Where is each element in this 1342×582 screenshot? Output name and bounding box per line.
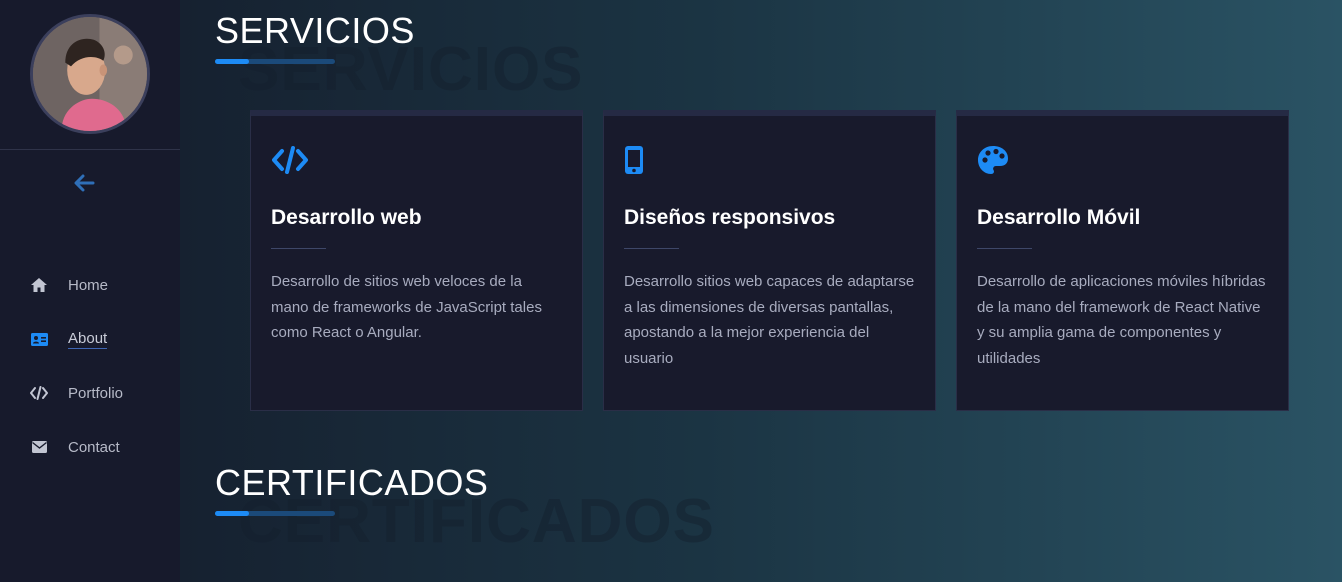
code-icon — [271, 144, 562, 176]
envelope-icon — [30, 438, 48, 456]
palette-icon — [977, 144, 1268, 176]
card-title: Desarrollo Móvil — [977, 206, 1141, 229]
card-description: Desarrollo de aplicaciones móviles híbri… — [977, 273, 1266, 367]
section-title-services: SERVICIOS — [215, 10, 415, 51]
card-title: Desarrollo web — [271, 206, 422, 229]
sidebar-item-label: About — [68, 329, 108, 349]
sidebar-item-label: Contact — [68, 438, 120, 456]
code-icon — [30, 384, 48, 402]
sidebar-item-portfolio[interactable]: Portfolio — [0, 366, 180, 420]
sidebar-item-label: Home — [68, 276, 109, 294]
mobile-icon — [624, 144, 915, 176]
main-content: SERVICIOS SERVICIOS Desarrollo web Desar… — [180, 0, 1342, 582]
sidebar-nav: Home About Portfolio Contact — [0, 258, 180, 474]
card-description: Desarrollo sitios web capaces de adaptar… — [624, 273, 915, 367]
card-title: Diseños responsivos — [624, 206, 836, 229]
service-card-mobile: Desarrollo Móvil Desarrollo de aplicacio… — [956, 110, 1289, 411]
collapse-sidebar-button[interactable] — [70, 170, 98, 196]
section-title-certificates: CERTIFICADOS — [215, 462, 489, 503]
avatar — [30, 14, 150, 134]
service-card-web: Desarrollo web Desarrollo de sitios web … — [250, 110, 583, 411]
service-card-responsive: Diseños responsivos Desarrollo sitios we… — [603, 110, 936, 411]
title-underline — [215, 511, 335, 516]
sidebar-item-about[interactable]: About — [0, 312, 180, 366]
profile-photo — [33, 17, 147, 131]
card-divider — [271, 248, 326, 249]
title-underline — [215, 59, 335, 64]
sidebar: Home About Portfolio Contact — [0, 0, 180, 582]
card-divider — [977, 248, 1032, 249]
sidebar-item-contact[interactable]: Contact — [0, 420, 180, 474]
id-card-icon — [30, 330, 48, 348]
card-divider — [624, 248, 679, 249]
arrow-left-icon — [74, 174, 95, 192]
home-icon — [30, 276, 48, 294]
sidebar-divider — [0, 149, 180, 150]
sidebar-item-label: Portfolio — [68, 384, 124, 402]
sidebar-item-home[interactable]: Home — [0, 258, 180, 312]
card-description: Desarrollo de sitios web veloces de la m… — [271, 273, 542, 341]
